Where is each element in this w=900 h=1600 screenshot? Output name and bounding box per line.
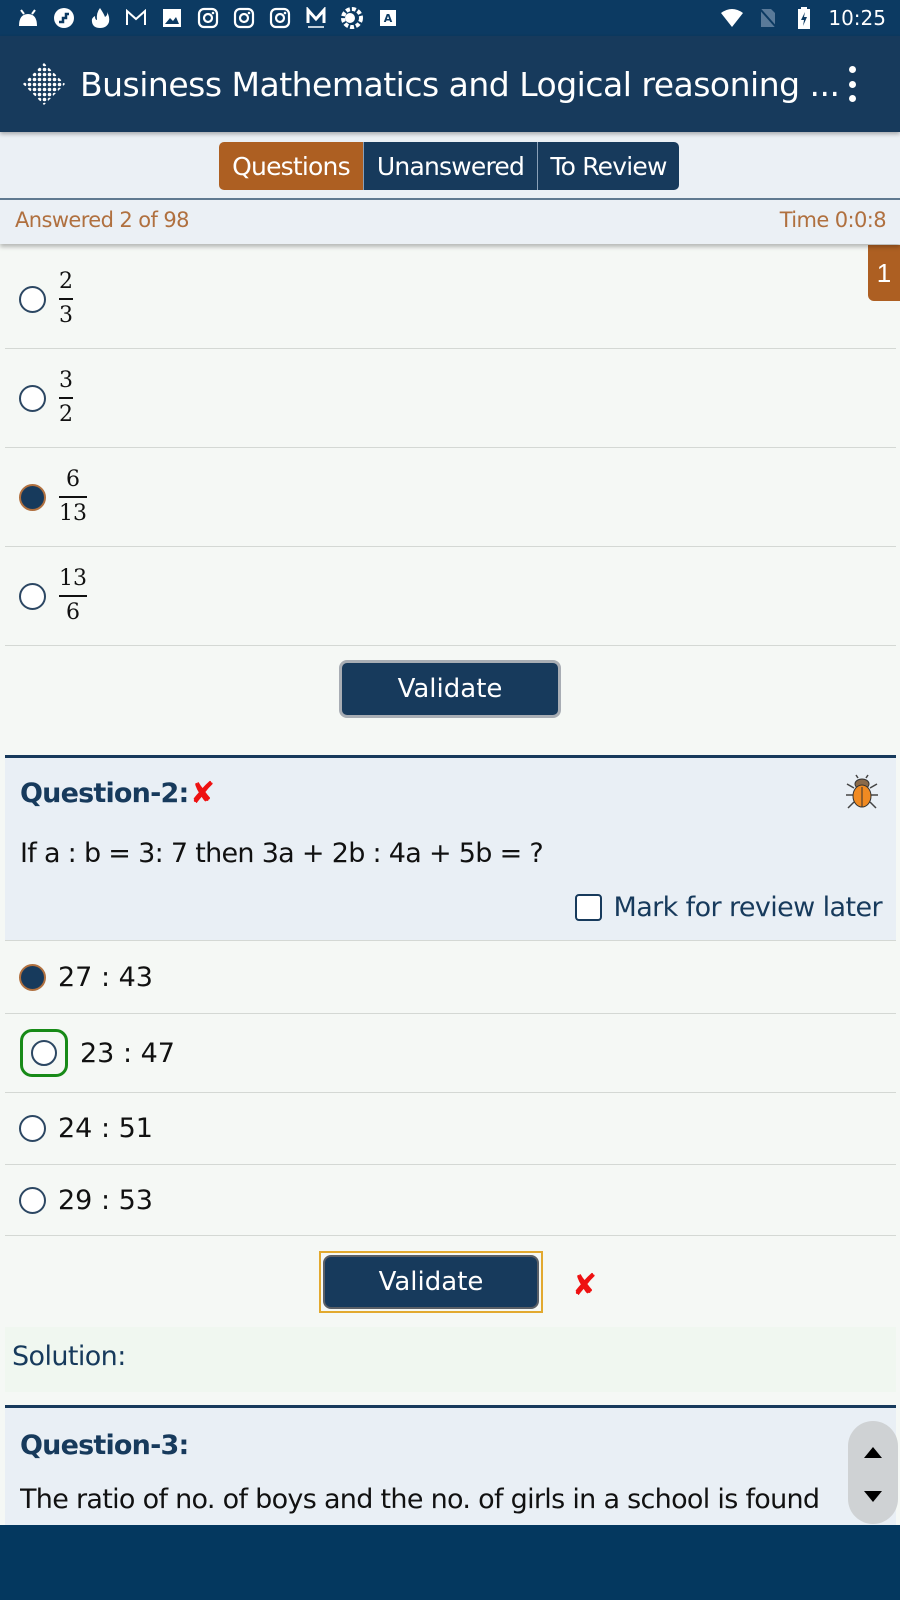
instagram-icon bbox=[232, 6, 256, 30]
denominator: 13 bbox=[59, 501, 87, 526]
fraction: 2 3 bbox=[59, 268, 73, 328]
text-app-icon: A bbox=[376, 6, 400, 30]
option-item-correct[interactable]: 23 : 47 bbox=[5, 1013, 896, 1092]
medium-icon bbox=[304, 6, 328, 30]
question-3-card: Question-3: The ratio of no. of boys and… bbox=[5, 1405, 896, 1525]
svg-text:A: A bbox=[384, 12, 393, 25]
system-icons: 10:25 bbox=[720, 6, 886, 30]
radio-button[interactable] bbox=[19, 582, 46, 610]
option-item[interactable]: 6 13 bbox=[5, 448, 896, 547]
overflow-menu-icon[interactable] bbox=[844, 66, 860, 102]
question-text: If a : b = 3: 7 then 3a + 2b : 4a + 5b =… bbox=[20, 838, 544, 869]
bug-icon[interactable] bbox=[844, 774, 880, 810]
radio-button[interactable] bbox=[19, 384, 46, 412]
wifi-icon bbox=[720, 6, 744, 30]
clock: 10:25 bbox=[828, 6, 886, 30]
option-label: 27 : 43 bbox=[58, 961, 153, 993]
android-icon bbox=[16, 6, 40, 30]
fraction: 13 6 bbox=[59, 565, 87, 625]
gmail-icon bbox=[124, 6, 148, 30]
solution-label: Solution: bbox=[12, 1341, 126, 1372]
scroll-control bbox=[848, 1421, 898, 1524]
option-label: 24 : 51 bbox=[58, 1113, 153, 1144]
correct-answer-highlight bbox=[20, 1029, 68, 1077]
option-label: 29 : 53 bbox=[58, 1184, 153, 1216]
no-sim-icon bbox=[756, 6, 780, 30]
question-title: Question-3: bbox=[20, 1430, 189, 1461]
question-text: The ratio of no. of boys and the no. of … bbox=[20, 1484, 820, 1515]
tab-questions[interactable]: Questions bbox=[219, 142, 363, 190]
option-item[interactable]: 3 2 bbox=[5, 349, 896, 448]
validate-button[interactable]: Validate bbox=[323, 1255, 539, 1309]
wrong-answer-icon: ✘ bbox=[190, 777, 216, 810]
quiz-header: Questions Unanswered To Review Answered … bbox=[0, 132, 900, 244]
timer: Time 0:0:8 bbox=[779, 208, 887, 232]
validation-wrong-icon: ✘ bbox=[572, 1269, 598, 1302]
radio-button[interactable] bbox=[19, 1186, 46, 1214]
denominator: 2 bbox=[59, 402, 73, 427]
option-item[interactable]: 27 : 43 bbox=[5, 940, 896, 1013]
fraction-bar bbox=[59, 298, 73, 300]
radio-button[interactable] bbox=[19, 1115, 46, 1142]
battery-charging-icon bbox=[792, 6, 816, 30]
option-item[interactable]: 24 : 51 bbox=[5, 1092, 896, 1164]
numerator: 13 bbox=[59, 565, 87, 591]
question-1-options: 2 3 3 2 6 13 13 6 bbox=[5, 250, 896, 646]
image-icon bbox=[160, 6, 184, 30]
option-item[interactable]: 29 : 53 bbox=[5, 1164, 896, 1236]
numerator: 3 bbox=[59, 367, 73, 393]
question-2-options: 27 : 43 23 : 47 24 : 51 29 : 53 bbox=[5, 940, 896, 1236]
radio-button-selected[interactable] bbox=[19, 483, 46, 511]
denominator: 3 bbox=[59, 303, 73, 328]
app-title: Business Mathematics and Logical reasoni… bbox=[80, 64, 840, 104]
numerator: 2 bbox=[59, 268, 73, 294]
question-2-card: Question-2: ✘ If a : b = 3: 7 then 3a + … bbox=[5, 755, 896, 940]
notification-icons: A bbox=[16, 6, 400, 30]
tab-unanswered[interactable]: Unanswered bbox=[363, 142, 537, 190]
scroll-up-icon[interactable] bbox=[864, 1447, 882, 1458]
instagram-icon bbox=[268, 6, 292, 30]
radio-button[interactable] bbox=[31, 1040, 57, 1066]
radio-button[interactable] bbox=[19, 285, 46, 313]
fraction: 3 2 bbox=[59, 367, 73, 427]
question-title: Question-2: bbox=[20, 778, 189, 809]
bottom-bar bbox=[0, 1525, 900, 1600]
answered-count: Answered 2 of 98 bbox=[15, 208, 189, 232]
fraction: 6 13 bbox=[59, 466, 87, 526]
option-item[interactable]: 13 6 bbox=[5, 547, 896, 646]
fraction-bar bbox=[59, 496, 87, 498]
fire-icon bbox=[88, 6, 112, 30]
stairs-app-icon bbox=[52, 6, 76, 30]
tab-bar: Questions Unanswered To Review bbox=[219, 142, 679, 190]
page-number-badge[interactable]: 1 bbox=[868, 245, 900, 301]
loader-app-icon bbox=[340, 6, 364, 30]
mark-for-review[interactable]: Mark for review later bbox=[574, 892, 883, 923]
validate-button[interactable]: Validate bbox=[339, 660, 561, 718]
header-divider bbox=[0, 198, 900, 200]
status-bar: A 10:25 bbox=[0, 0, 900, 36]
denominator: 6 bbox=[66, 600, 80, 625]
option-label: 23 : 47 bbox=[80, 1037, 175, 1069]
scroll-down-icon[interactable] bbox=[864, 1491, 882, 1502]
app-bar: Business Mathematics and Logical reasoni… bbox=[0, 36, 900, 132]
solution-panel: Solution: bbox=[5, 1327, 896, 1392]
option-item[interactable]: 2 3 bbox=[5, 250, 896, 349]
instagram-icon bbox=[196, 6, 220, 30]
numerator: 6 bbox=[66, 466, 80, 492]
validate-button-wrapper: Validate bbox=[319, 1251, 543, 1313]
tab-to-review[interactable]: To Review bbox=[537, 142, 679, 190]
fraction-bar bbox=[59, 595, 87, 597]
review-label: Mark for review later bbox=[613, 892, 883, 923]
review-checkbox[interactable] bbox=[574, 894, 602, 921]
validate-button-wrapper: Validate bbox=[339, 660, 561, 718]
app-logo-icon bbox=[23, 63, 65, 105]
radio-button-selected[interactable] bbox=[19, 963, 46, 991]
fraction-bar bbox=[59, 397, 73, 399]
